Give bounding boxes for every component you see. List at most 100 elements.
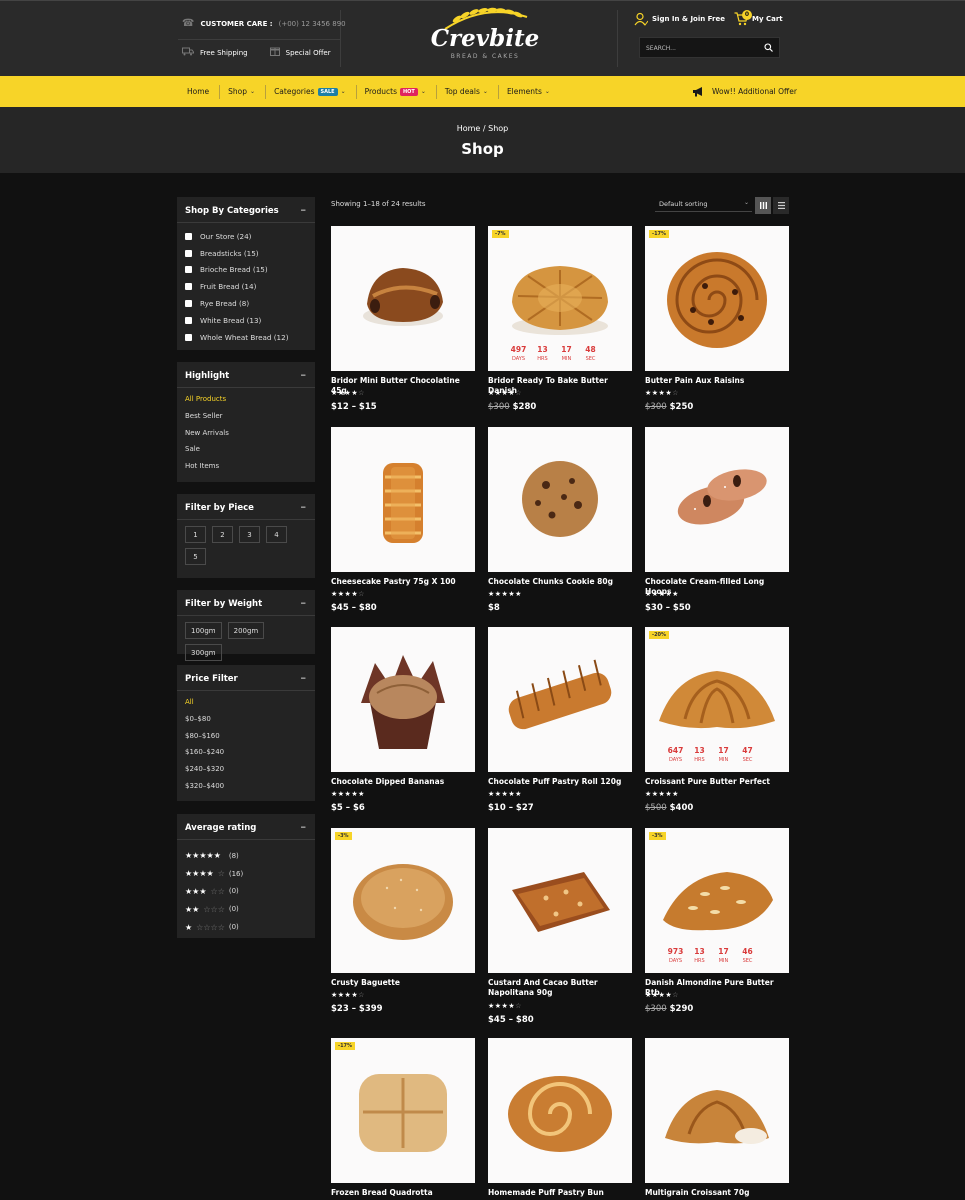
cart-link[interactable]: 0 My Cart	[734, 10, 783, 26]
breadcrumb-home[interactable]: Home	[457, 124, 481, 133]
product-image[interactable]	[488, 1038, 632, 1183]
product-image[interactable]	[645, 1038, 789, 1183]
nav-shop[interactable]: Shop ⌄	[220, 84, 267, 99]
collapse-toggle[interactable]: –	[301, 203, 307, 216]
weight-option[interactable]: 300gm	[185, 644, 222, 661]
product-name[interactable]: Croissant Pure Butter Perfect	[645, 777, 789, 787]
category-item[interactable]: Whole Wheat Bread (12)	[185, 329, 289, 346]
price-range-link[interactable]: All	[185, 698, 224, 715]
additional-offer-link[interactable]: Wow!! Additional Offer	[692, 76, 797, 107]
customer-care-phone[interactable]: (+00) 12 3456 890	[279, 20, 346, 28]
product-image[interactable]	[488, 627, 632, 772]
highlight-link[interactable]: Best Seller	[185, 412, 229, 429]
collapse-toggle[interactable]: –	[301, 671, 307, 684]
product-image[interactable]	[645, 427, 789, 572]
category-item[interactable]: White Bread (13)	[185, 312, 289, 329]
product-image[interactable]: -7% 497 DAYS 13 HRS 17 MIN 48 SEC	[488, 226, 632, 371]
product-card[interactable]: Chocolate Chunks Cookie 80g ★★★★★ $8	[488, 427, 632, 613]
product-card[interactable]: -3% Crusty Baguette ★★★★☆ $23 – $399	[331, 828, 475, 1014]
product-card[interactable]: -20% 647 DAYS 13 HRS 17 MIN 47 SEC Croissant Pure…	[645, 627, 789, 813]
logo[interactable]: Crevbite BREAD & CAKES	[430, 7, 540, 67]
collapse-toggle[interactable]: –	[301, 500, 307, 513]
piece-option[interactable]: 3	[239, 526, 260, 543]
product-name[interactable]: Chocolate Chunks Cookie 80g	[488, 577, 632, 587]
highlight-link[interactable]: All Products	[185, 395, 229, 412]
nav-elements[interactable]: Elements ⌄	[499, 85, 560, 99]
collapse-toggle[interactable]: –	[301, 596, 307, 609]
product-image[interactable]: -3%	[331, 828, 475, 973]
collapse-toggle[interactable]: –	[301, 820, 307, 833]
search-icon[interactable]	[764, 43, 773, 54]
product-image[interactable]	[488, 828, 632, 973]
product-card[interactable]: -17% Butter Pain Aux Raisins ★★★★☆ $300 $250	[645, 226, 789, 412]
product-name[interactable]: Chocolate Puff Pastry Roll 120g	[488, 777, 632, 787]
rating-filter-item[interactable]: ★★★★★ (8)	[185, 847, 243, 865]
category-item[interactable]: Brioche Bread (15)	[185, 262, 289, 279]
list-view-button[interactable]	[773, 197, 789, 214]
price-range-link[interactable]: $80–$160	[185, 732, 224, 749]
highlight-link[interactable]: New Arrivals	[185, 429, 229, 446]
price-range-link[interactable]: $0–$80	[185, 715, 224, 732]
product-name[interactable]: Crusty Baguette	[331, 978, 475, 988]
sort-select[interactable]: Default sorting ⌄	[655, 198, 752, 212]
category-item[interactable]: Fruit Bread (14)	[185, 278, 289, 295]
product-image[interactable]: -3% 973 DAYS 13 HRS 17 MIN 46 SEC	[645, 828, 789, 973]
piece-option[interactable]: 5	[185, 548, 206, 565]
checkbox[interactable]	[185, 333, 192, 341]
highlight-link[interactable]: Hot Items	[185, 462, 229, 479]
weight-option[interactable]: 100gm	[185, 622, 222, 639]
product-card[interactable]: Custard And Cacao Butter Napolitana 90g ★…	[488, 828, 632, 1025]
rating-filter-item[interactable]: ★★★★ ☆ (16)	[185, 865, 243, 883]
sign-in-link[interactable]: Sign In & Join Free	[634, 12, 725, 26]
product-card[interactable]: Bridor Mini Butter Chocolatine 45g ★★★★☆ $…	[331, 226, 475, 412]
nav-categories[interactable]: Categories SALE ⌄	[266, 84, 357, 99]
nav-products[interactable]: Products HOT ⌄	[357, 84, 437, 99]
product-name[interactable]: Butter Pain Aux Raisins	[645, 376, 789, 386]
rating-filter-item[interactable]: ★★ ☆☆☆ (0)	[185, 900, 243, 918]
checkbox[interactable]	[185, 300, 192, 308]
checkbox[interactable]	[185, 266, 192, 274]
product-card[interactable]: Multigrain Croissant 70g	[645, 1038, 789, 1200]
search-input[interactable]	[646, 42, 756, 54]
product-image[interactable]: -20% 647 DAYS 13 HRS 17 MIN 47 SEC	[645, 627, 789, 772]
product-card[interactable]: Chocolate Puff Pastry Roll 120g ★★★★★ $10 …	[488, 627, 632, 813]
special-offer-label[interactable]: Special Offer	[286, 49, 331, 57]
product-name[interactable]: Custard And Cacao Butter Napolitana 90g	[488, 978, 632, 998]
product-image[interactable]: -17%	[645, 226, 789, 371]
category-item[interactable]: Rye Bread (8)	[185, 295, 289, 312]
product-card[interactable]: -3% 973 DAYS 13 HRS 17 MIN 46 SEC Danish Almondin…	[645, 828, 789, 1014]
category-item[interactable]: Breadsticks (15)	[185, 245, 289, 262]
weight-option[interactable]: 200gm	[227, 622, 265, 639]
piece-option[interactable]: 1	[185, 526, 206, 543]
nav-home[interactable]: Home	[179, 84, 221, 99]
price-range-link[interactable]: $320–$400	[185, 782, 224, 799]
grid-view-button[interactable]	[755, 197, 771, 214]
product-name[interactable]: Chocolate Dipped Bananas	[331, 777, 475, 787]
product-card[interactable]: -7% 497 DAYS 13 HRS 17 MIN 48 SEC Bridor Ready To…	[488, 226, 632, 412]
piece-option[interactable]: 2	[212, 526, 233, 543]
rating-filter-item[interactable]: ★★★ ☆☆ (0)	[185, 883, 243, 901]
collapse-toggle[interactable]: –	[301, 368, 307, 381]
category-item[interactable]: Our Store (24)	[185, 228, 289, 245]
highlight-link[interactable]: Sale	[185, 445, 229, 462]
rating-filter-item[interactable]: ★ ☆☆☆☆ (0)	[185, 918, 243, 936]
price-range-link[interactable]: $240–$320	[185, 765, 224, 782]
checkbox[interactable]	[185, 232, 192, 240]
product-card[interactable]: Chocolate Dipped Bananas ★★★★★ $5 – $6	[331, 627, 475, 813]
product-image[interactable]: -17%	[331, 1038, 475, 1183]
product-card[interactable]: Cheesecake Pastry 75g X 100 ★★★★☆ $45 – $8…	[331, 427, 475, 613]
product-card[interactable]: -17% Frozen Bread Quadrotta	[331, 1038, 475, 1200]
checkbox[interactable]	[185, 316, 192, 324]
price-range-link[interactable]: $160–$240	[185, 748, 224, 765]
checkbox[interactable]	[185, 283, 192, 291]
product-name[interactable]: Frozen Bread Quadrotta	[331, 1188, 475, 1198]
product-image[interactable]	[331, 427, 475, 572]
product-name[interactable]: Homemade Puff Pastry Bun	[488, 1188, 632, 1198]
product-image[interactable]	[331, 627, 475, 772]
product-card[interactable]: Homemade Puff Pastry Bun	[488, 1038, 632, 1200]
checkbox[interactable]	[185, 249, 192, 257]
product-image[interactable]	[331, 226, 475, 371]
nav-top-deals[interactable]: Top deals ⌄	[437, 84, 499, 99]
product-image[interactable]	[488, 427, 632, 572]
product-card[interactable]: Chocolate Cream-filled Long Hoops ★★★★★ $3…	[645, 427, 789, 613]
